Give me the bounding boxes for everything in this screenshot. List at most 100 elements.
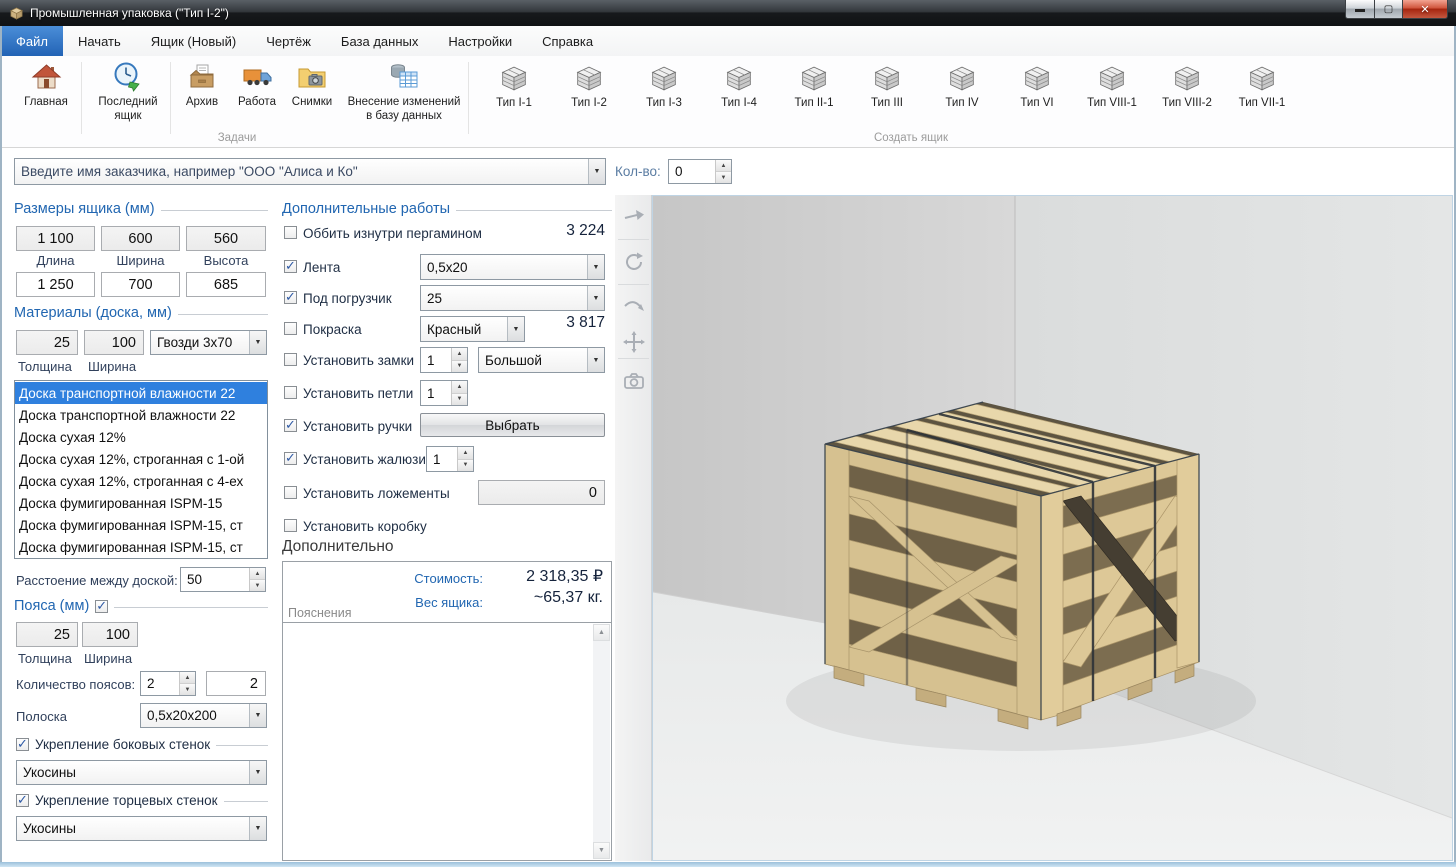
chevron-down-icon[interactable]: [588, 159, 605, 184]
list-item[interactable]: Доска транспортной влажности 22: [15, 404, 267, 426]
locks-checkbox[interactable]: [284, 353, 297, 366]
type-i-3-button[interactable]: Тип I-3: [627, 63, 701, 109]
width-outer-field[interactable]: 700: [101, 272, 180, 297]
viewport-3d[interactable]: [652, 195, 1453, 861]
nails-combo[interactable]: Гвозди 3x70: [150, 330, 267, 355]
tape-combo[interactable]: 0,5x20: [420, 254, 605, 280]
paint-checkbox[interactable]: [284, 322, 297, 335]
maximize-button[interactable]: ▢: [1375, 0, 1403, 19]
spinner-buttons[interactable]: ▲ ▼: [451, 381, 467, 405]
close-button[interactable]: ✕: [1403, 0, 1448, 19]
board-width-field[interactable]: 100: [84, 330, 144, 355]
length-inner-field[interactable]: 1 100: [16, 226, 95, 251]
menu-drawing[interactable]: Чертёж: [251, 26, 326, 56]
belts-checkbox[interactable]: [95, 598, 109, 614]
type-vi-button[interactable]: Тип VI: [1000, 63, 1074, 109]
chevron-down-icon[interactable]: [587, 348, 604, 372]
notes-scrollbar[interactable]: ▲ ▼: [593, 624, 610, 859]
board-thickness-field[interactable]: 25: [16, 330, 78, 355]
spinner-buttons[interactable]: ▲ ▼: [179, 672, 195, 695]
spinner-buttons[interactable]: ▲ ▼: [451, 348, 467, 372]
customer-combo[interactable]: Введите имя заказчика, например "ООО "Ал…: [14, 158, 606, 185]
spinner-buttons[interactable]: ▲ ▼: [249, 568, 265, 591]
scroll-down-icon[interactable]: ▼: [593, 842, 610, 859]
louvers-checkbox[interactable]: [284, 450, 297, 466]
menu-settings[interactable]: Настройки: [433, 26, 527, 56]
chevron-down-icon[interactable]: [587, 255, 604, 279]
type-i-1-button[interactable]: Тип I-1: [477, 63, 551, 109]
side-reinforce-combo[interactable]: Укосины: [16, 760, 267, 785]
qty-spinner[interactable]: 0 ▲ ▼: [668, 159, 732, 184]
width-inner-field[interactable]: 600: [101, 226, 180, 251]
menu-box-new[interactable]: Ящик (Новый): [136, 26, 251, 56]
orbit-tool-button[interactable]: [619, 291, 648, 325]
belt-count2-field[interactable]: 2: [206, 671, 266, 696]
work-button[interactable]: Работа: [231, 61, 283, 110]
list-item[interactable]: Доска фумигированная ISPM-15: [15, 492, 267, 514]
rotate-tool-button[interactable]: [619, 245, 648, 279]
list-item[interactable]: Доска сухая 12%, строганная с 4-ех: [15, 470, 267, 492]
pergamin-checkbox[interactable]: [284, 226, 297, 239]
lodgements-field[interactable]: 0: [478, 480, 605, 505]
type-iv-button[interactable]: Тип IV: [925, 63, 999, 109]
menu-file[interactable]: Файл: [1, 26, 63, 56]
home-button[interactable]: Главная: [17, 61, 75, 110]
choose-handles-button[interactable]: Выбрать: [420, 413, 605, 437]
type-i-4-button[interactable]: Тип I-4: [702, 63, 776, 109]
handles-checkbox[interactable]: [284, 417, 297, 433]
strip-combo[interactable]: 0,5x20x200: [140, 703, 267, 728]
chevron-down-icon[interactable]: [249, 331, 266, 354]
chevron-down-icon[interactable]: [249, 704, 266, 727]
last-box-button[interactable]: Последний ящик: [89, 61, 167, 123]
list-item[interactable]: Доска сухая 12%: [15, 426, 267, 448]
locks-count-spinner[interactable]: 1 ▲ ▼: [420, 347, 468, 373]
type-vii-1-button[interactable]: Тип VII-1: [1225, 63, 1299, 109]
type-i-2-button[interactable]: Тип I-2: [552, 63, 626, 109]
notes-textarea[interactable]: [284, 623, 593, 859]
minimize-button[interactable]: ▬: [1345, 0, 1375, 19]
hinges-checkbox[interactable]: [284, 386, 297, 399]
snapshot-tool-button[interactable]: [619, 364, 648, 398]
end-reinforce-checkbox[interactable]: [16, 792, 29, 808]
pan-tool-button[interactable]: [619, 325, 648, 359]
locks-size-combo[interactable]: Большой: [478, 347, 605, 373]
tape-checkbox[interactable]: [284, 258, 297, 274]
louvers-count-spinner[interactable]: 1 ▲ ▼: [426, 446, 474, 472]
chevron-down-icon[interactable]: [249, 817, 266, 840]
forklift-combo[interactable]: 25: [420, 285, 605, 311]
menu-help[interactable]: Справка: [527, 26, 608, 56]
box-checkbox[interactable]: [284, 519, 297, 532]
chevron-down-icon[interactable]: [507, 317, 524, 341]
menu-start[interactable]: Начать: [63, 26, 136, 56]
lodgements-checkbox[interactable]: [284, 486, 297, 499]
paint-color-combo[interactable]: Красный: [420, 316, 525, 342]
archive-button[interactable]: Архив: [177, 61, 227, 110]
list-item[interactable]: Доска фумигированная ISPM-15, ст: [15, 514, 267, 536]
chevron-down-icon[interactable]: [587, 286, 604, 310]
type-viii-2-button[interactable]: Тип VIII-2: [1150, 63, 1224, 109]
end-reinforce-combo[interactable]: Укосины: [16, 816, 267, 841]
belt-width-field[interactable]: 100: [82, 622, 138, 647]
list-item[interactable]: Доска транспортной влажности 22: [15, 382, 267, 404]
hinges-count-spinner[interactable]: 1 ▲ ▼: [420, 380, 468, 406]
spinner-buttons[interactable]: ▲ ▼: [715, 160, 731, 183]
list-item[interactable]: Доска сухая 12%, строганная с 1-ой: [15, 448, 267, 470]
belt-count-spinner[interactable]: 2 ▲ ▼: [140, 671, 196, 696]
list-item[interactable]: Доска фумигированная ISPM-15, ст: [15, 536, 267, 558]
menu-database[interactable]: База данных: [326, 26, 433, 56]
spinner-buttons[interactable]: ▲ ▼: [457, 447, 473, 471]
side-reinforce-checkbox[interactable]: [16, 736, 29, 752]
spacing-spinner[interactable]: 50 ▲ ▼: [180, 567, 266, 592]
type-viii-1-button[interactable]: Тип VIII-1: [1075, 63, 1149, 109]
db-changes-button[interactable]: Внесение изменений в базу данных: [343, 61, 465, 123]
chevron-down-icon[interactable]: [249, 761, 266, 784]
forklift-checkbox[interactable]: [284, 289, 297, 305]
snapshots-button[interactable]: Снимки: [285, 61, 339, 110]
scroll-up-icon[interactable]: ▲: [593, 624, 610, 641]
height-outer-field[interactable]: 685: [186, 272, 266, 297]
forward-tool-button[interactable]: [619, 200, 648, 234]
board-list[interactable]: Доска транспортной влажности 22 Доска тр…: [14, 380, 268, 559]
height-inner-field[interactable]: 560: [186, 226, 266, 251]
length-outer-field[interactable]: 1 250: [16, 272, 95, 297]
belt-thickness-field[interactable]: 25: [16, 622, 78, 647]
